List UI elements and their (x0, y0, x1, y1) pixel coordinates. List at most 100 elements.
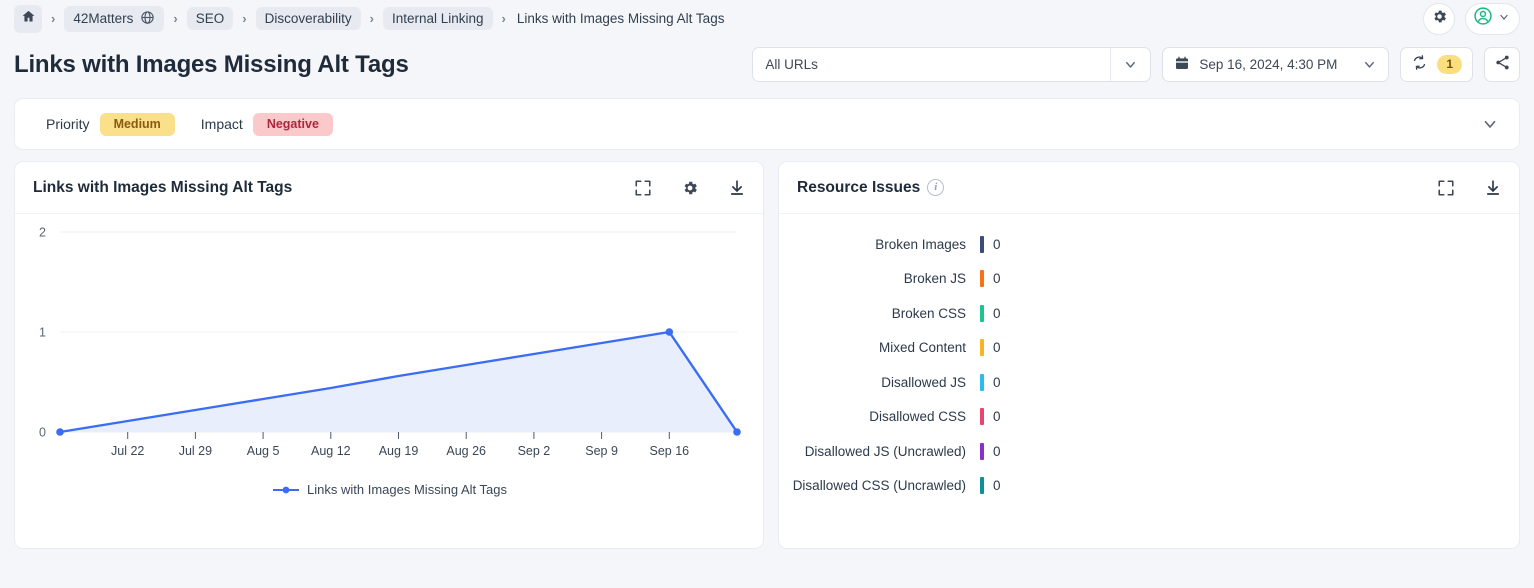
resource-issue-color-bar (980, 270, 984, 287)
breadcrumb-bar: › 42Matters › SEO › Discoverability › In… (0, 0, 1534, 37)
chart-settings-button[interactable] (681, 179, 699, 197)
resource-issues-panel: Resource Issuesi Broken I (778, 161, 1520, 549)
resource-issue-value: 0 (993, 444, 1001, 459)
chart-y-tick-label: 1 (39, 326, 46, 340)
breadcrumb-label: Internal Linking (392, 11, 484, 26)
refresh-count-badge: 1 (1437, 55, 1462, 74)
priority-impact-card: Priority Medium Impact Negative (14, 98, 1520, 150)
download-button[interactable] (1484, 179, 1502, 197)
globe-icon (140, 10, 155, 28)
chart-data-point[interactable] (56, 428, 64, 436)
resource-issue-label: Disallowed JS (Uncrawled) (779, 444, 966, 459)
resource-issue-color-bar (980, 477, 984, 494)
breadcrumb-item-discoverability[interactable]: Discoverability (256, 7, 361, 30)
panels-container: Links with Images Missing Alt Tags (0, 150, 1534, 549)
breadcrumb-item-seo[interactable]: SEO (187, 7, 234, 30)
chart-data-point[interactable] (733, 428, 741, 436)
chart-y-tick-label: 2 (39, 226, 46, 240)
chart-x-tick-label: Sep 16 (649, 444, 689, 458)
calendar-icon (1174, 55, 1190, 74)
resource-issue-value: 0 (993, 409, 1001, 424)
date-range-value: Sep 16, 2024, 4:30 PM (1199, 57, 1337, 72)
chevron-down-icon (1481, 115, 1499, 133)
expand-button[interactable] (634, 179, 652, 197)
resource-issue-label: Disallowed CSS (Uncrawled) (779, 478, 966, 493)
resource-issue-label: Mixed Content (779, 340, 966, 355)
chart-x-tick-label: Aug 26 (446, 444, 486, 458)
resource-issues-list: Broken Images0Broken JS0Broken CSS0Mixed… (779, 214, 1519, 503)
resource-issues-actions (1437, 179, 1502, 197)
resource-issue-label: Broken JS (779, 271, 966, 286)
resource-issues-title: Resource Issues i (797, 179, 944, 197)
chart-data-point[interactable] (666, 328, 674, 336)
page-header: Links with Images Missing Alt Tags All U… (0, 37, 1534, 92)
chart-x-tick-label: Sep 9 (585, 444, 618, 458)
resource-issue-color-bar (980, 339, 984, 356)
breadcrumb-label: Links with Images Missing Alt Tags (517, 11, 725, 26)
date-range-select[interactable]: Sep 16, 2024, 4:30 PM (1162, 47, 1389, 82)
breadcrumb-label: Discoverability (265, 11, 352, 26)
breadcrumb-item-internal-linking[interactable]: Internal Linking (383, 7, 493, 30)
expand-button[interactable] (1437, 179, 1455, 197)
resource-issue-value: 0 (993, 340, 1001, 355)
resource-issue-row[interactable]: Broken Images0 (779, 227, 1519, 262)
breadcrumb-separator: › (164, 11, 186, 26)
refresh-button[interactable]: 1 (1400, 47, 1473, 82)
share-icon (1494, 54, 1511, 76)
chevron-down-icon (1498, 10, 1510, 28)
home-icon (21, 9, 36, 29)
resource-issue-label: Disallowed JS (779, 375, 966, 390)
resource-issue-value: 0 (993, 478, 1001, 493)
chart-panel-actions (634, 179, 746, 197)
legend-label: Links with Images Missing Alt Tags (307, 482, 507, 497)
url-filter-select[interactable]: All URLs (752, 47, 1151, 82)
gear-icon (1431, 8, 1448, 30)
home-button[interactable] (14, 5, 42, 33)
resource-issue-color-bar (980, 236, 984, 253)
download-icon (1484, 179, 1502, 197)
chart-area: 012Jul 22Jul 29Aug 5Aug 12Aug 19Aug 26Se… (15, 214, 765, 548)
resource-issue-row[interactable]: Mixed Content 0 (779, 331, 1519, 366)
chart-x-tick-label: Jul 22 (111, 444, 144, 458)
legend-marker-icon (273, 485, 299, 495)
account-menu-button[interactable] (1465, 3, 1520, 35)
refresh-icon (1411, 54, 1428, 76)
breadcrumb-item-current: Links with Images Missing Alt Tags (515, 7, 734, 30)
resource-issue-row[interactable]: Disallowed JS0 (779, 365, 1519, 400)
priority-badge: Medium (100, 113, 175, 136)
chart-legend: Links with Images Missing Alt Tags (15, 482, 765, 497)
gear-icon (681, 179, 699, 197)
chart-panel: Links with Images Missing Alt Tags (14, 161, 764, 549)
impact-badge: Negative (253, 113, 333, 136)
resource-issue-row[interactable]: Broken JS 0 (779, 262, 1519, 297)
url-filter-value: All URLs (753, 57, 1110, 72)
breadcrumb-item-42matters[interactable]: 42Matters (64, 6, 164, 32)
chart-x-tick-label: Aug 19 (379, 444, 419, 458)
resource-issue-label: Broken CSS (779, 306, 966, 321)
chevron-down-icon (1110, 48, 1150, 81)
settings-button[interactable] (1423, 3, 1455, 35)
topbar-actions (1423, 3, 1520, 35)
chevron-down-icon (1362, 57, 1377, 72)
resource-issue-value: 0 (993, 271, 1001, 286)
expand-icon (634, 179, 652, 197)
info-icon[interactable]: i (927, 179, 944, 196)
download-button[interactable] (728, 179, 746, 197)
resource-issues-title-text: Resource Issues (797, 179, 920, 196)
chart-x-tick-label: Aug 5 (247, 444, 280, 458)
resource-issue-color-bar (980, 305, 984, 322)
resource-issue-row[interactable]: Broken CSS0 (779, 296, 1519, 331)
resource-issue-row[interactable]: Disallowed JS (Uncrawled) 0 (779, 434, 1519, 469)
resource-issue-color-bar (980, 443, 984, 460)
breadcrumb-separator: › (42, 11, 64, 26)
chart-x-tick-label: Jul 29 (179, 444, 212, 458)
page-title: Links with Images Missing Alt Tags (14, 51, 409, 79)
expand-details-button[interactable] (1481, 115, 1499, 133)
page-header-controls: All URLs Sep 16, 2024, 4:30 PM (752, 47, 1520, 82)
chart-y-tick-label: 0 (39, 426, 46, 440)
resource-issue-value: 0 (993, 237, 1001, 252)
resource-issue-row[interactable]: Disallowed CSS0 (779, 400, 1519, 435)
resource-issue-row[interactable]: Disallowed CSS (Uncrawled) 0 (779, 469, 1519, 504)
share-button[interactable] (1484, 47, 1520, 82)
chart-panel-header: Links with Images Missing Alt Tags (15, 162, 763, 214)
